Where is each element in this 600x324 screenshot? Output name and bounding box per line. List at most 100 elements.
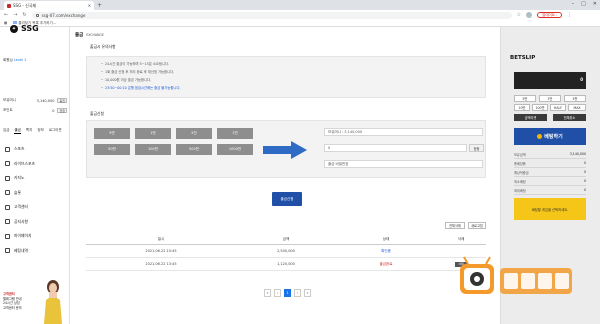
cs-line: 고객센터 문의 — [3, 305, 22, 310]
pagination: « ‹ 1 › » — [264, 289, 311, 297]
minimize-icon[interactable]: – — [572, 1, 575, 7]
confirm-button[interactable]: 정정 — [469, 144, 484, 152]
sidebar-item-support[interactable]: 고객센터 — [0, 200, 70, 215]
sidebar-item-sports[interactable]: 스포츠 — [0, 142, 70, 157]
sidebar-item-label: 슬롯 — [14, 189, 21, 195]
convert-button[interactable]: 전환 — [57, 108, 67, 113]
forward-icon[interactable]: → — [13, 12, 17, 18]
logo-text: SSG — [21, 24, 39, 33]
reset-amount-button[interactable]: 금액리셋 — [514, 114, 547, 121]
watermark-logo — [460, 256, 572, 294]
sidebar-tab-withdraw[interactable]: 출금 — [14, 128, 21, 134]
page-last-button[interactable]: » — [304, 289, 311, 297]
new-tab-icon[interactable]: + — [97, 2, 102, 9]
place-bet-button[interactable]: 베팅하기 — [514, 128, 586, 145]
clear-all-button[interactable]: 전체취소 — [553, 114, 586, 121]
amount-button[interactable]: 1000만 — [217, 144, 253, 155]
sidebar-item-casino[interactable]: 카지노 — [0, 171, 70, 186]
favicon-icon — [7, 3, 11, 8]
close-tab-icon[interactable]: ✕ — [88, 3, 91, 8]
sidebar-item-mypage[interactable]: 마이페이지 — [0, 229, 70, 244]
sidebar-item-slot[interactable]: 슬롯 — [0, 186, 70, 201]
page-first-button[interactable]: « — [264, 289, 271, 297]
slip-row-value: 0 — [583, 170, 586, 174]
sidebar-item-label: 스포츠 — [14, 146, 25, 152]
point-label: 포인트 — [3, 108, 13, 112]
page-next-button[interactable]: › — [294, 289, 301, 297]
sidebar-item-history[interactable]: 베팅내역 — [0, 244, 70, 259]
maximize-icon[interactable]: □ — [581, 1, 586, 7]
live-icon — [5, 161, 10, 167]
sidebar-tab-info[interactable]: 정보 — [37, 128, 43, 134]
notice-box: 24시간 출금이 가능하며 5~15분 소요됩니다. 1회 출금 신청 후 처리… — [86, 56, 486, 98]
amount-button[interactable]: 5만 — [94, 128, 130, 139]
bookmarks-bar: ▦ 즐겨찾기 목록 추가하기... — [0, 20, 600, 27]
amount-input[interactable]: 0 — [324, 144, 467, 152]
slip-row-label: 보유금액 — [514, 152, 526, 157]
site-logo[interactable]: ✦ SSG — [10, 24, 39, 33]
row-amount: 1,120,000 — [277, 262, 295, 266]
page-title-text: 출금 — [75, 33, 84, 38]
sidebar-item-label: 고객센터 — [14, 204, 28, 210]
slip-row: 보유금액 3,140,000 — [514, 150, 586, 159]
refresh-button[interactable]: 새로고침 — [468, 222, 486, 229]
chip-button[interactable]: 5만 — [514, 95, 536, 102]
amount-button[interactable]: 100만 — [135, 144, 171, 155]
user-info: 회원님 Level 1 — [3, 58, 26, 63]
page-number-button[interactable]: 1 — [284, 289, 291, 297]
password-input[interactable]: 출금 비밀번호 — [324, 160, 483, 168]
close-window-icon[interactable]: ✕ — [593, 1, 597, 7]
sidebar-item-label: 베팅내역 — [14, 247, 28, 253]
amount-button[interactable]: 1천 — [217, 128, 253, 139]
slot-icon — [5, 190, 10, 196]
sidebar-item-notice[interactable]: 공지사항 — [0, 215, 70, 230]
balance-row: 보유머니 3,140,000 충전 — [3, 98, 67, 103]
customer-service-box[interactable]: 고객센터 텔레그램 안내 24시간 상담 고객센터 문의 — [3, 292, 22, 310]
balance-label: 보유머니 — [3, 98, 16, 102]
sidebar-tab-message[interactable]: 쪽지 — [26, 128, 32, 134]
arrow-right-icon — [263, 141, 307, 159]
reload-icon[interactable]: ↻ — [22, 12, 26, 18]
sidebar-item-live[interactable]: 라이브스포츠 — [0, 157, 70, 172]
charge-button[interactable]: 충전 — [57, 98, 67, 103]
chip-button[interactable]: 1만 — [539, 95, 561, 102]
slip-row-value: 0 — [583, 179, 586, 183]
notice-item: 1회 출금 신청 후 처리 완료 후 재신청 가능합니다. — [101, 68, 471, 76]
chip-button[interactable]: 10만 — [514, 104, 530, 111]
notice-section-label: 출금시 유의사항 — [90, 44, 116, 49]
update-button[interactable]: 업데이트 : — [537, 12, 563, 18]
chip-button[interactable]: MAX — [568, 104, 586, 111]
window-controls: – □ ✕ — [572, 1, 597, 7]
chip-button[interactable]: 5천 — [564, 95, 586, 102]
menu-dots-icon[interactable]: ⋮ — [567, 12, 572, 18]
slip-row-value: 0 — [583, 161, 586, 165]
delete-all-button[interactable]: 전체삭제 — [445, 222, 465, 229]
apps-icon[interactable]: ▦ — [4, 21, 7, 25]
coin-icon — [537, 134, 543, 139]
promo-model-image — [44, 280, 62, 324]
sidebar-tab-logout[interactable]: 로그아웃 — [49, 128, 62, 134]
chip-button[interactable]: 100만 — [532, 104, 548, 111]
star-icon[interactable]: ☆ — [517, 12, 521, 18]
submit-withdraw-button[interactable]: 출금신청 — [272, 192, 302, 206]
amount-button[interactable]: 500만 — [176, 144, 212, 155]
row-status: 확인중 — [381, 248, 391, 253]
url-input[interactable]: ssg-07.com/exchange — [31, 11, 512, 19]
page-prev-button[interactable]: ‹ — [274, 289, 281, 297]
browser-tab-bar: SSG - 신국제 ✕ + – □ ✕ — [0, 0, 600, 10]
browser-tab[interactable]: SSG - 신국제 ✕ — [4, 1, 94, 10]
slip-row-value: 3,140,000 — [569, 152, 586, 156]
amount-button[interactable]: 50만 — [94, 144, 130, 155]
balance-field: 보유머니 : 3,140,000 — [324, 128, 483, 136]
amount-button[interactable]: 1만 — [135, 128, 171, 139]
history-icon — [5, 248, 10, 254]
sidebar-item-label: 마이페이지 — [14, 233, 32, 239]
chip-button[interactable]: HALF — [550, 104, 566, 111]
profile-avatar[interactable] — [526, 12, 533, 18]
amount-button[interactable]: 5천 — [176, 128, 212, 139]
lock-icon — [35, 13, 39, 17]
sidebar-item-label: 공지사항 — [14, 218, 28, 224]
sidebar-tab-deposit[interactable]: 입금 — [3, 128, 9, 134]
back-icon[interactable]: ← — [4, 12, 8, 18]
slip-row-label: 최소베팅 — [514, 179, 526, 184]
